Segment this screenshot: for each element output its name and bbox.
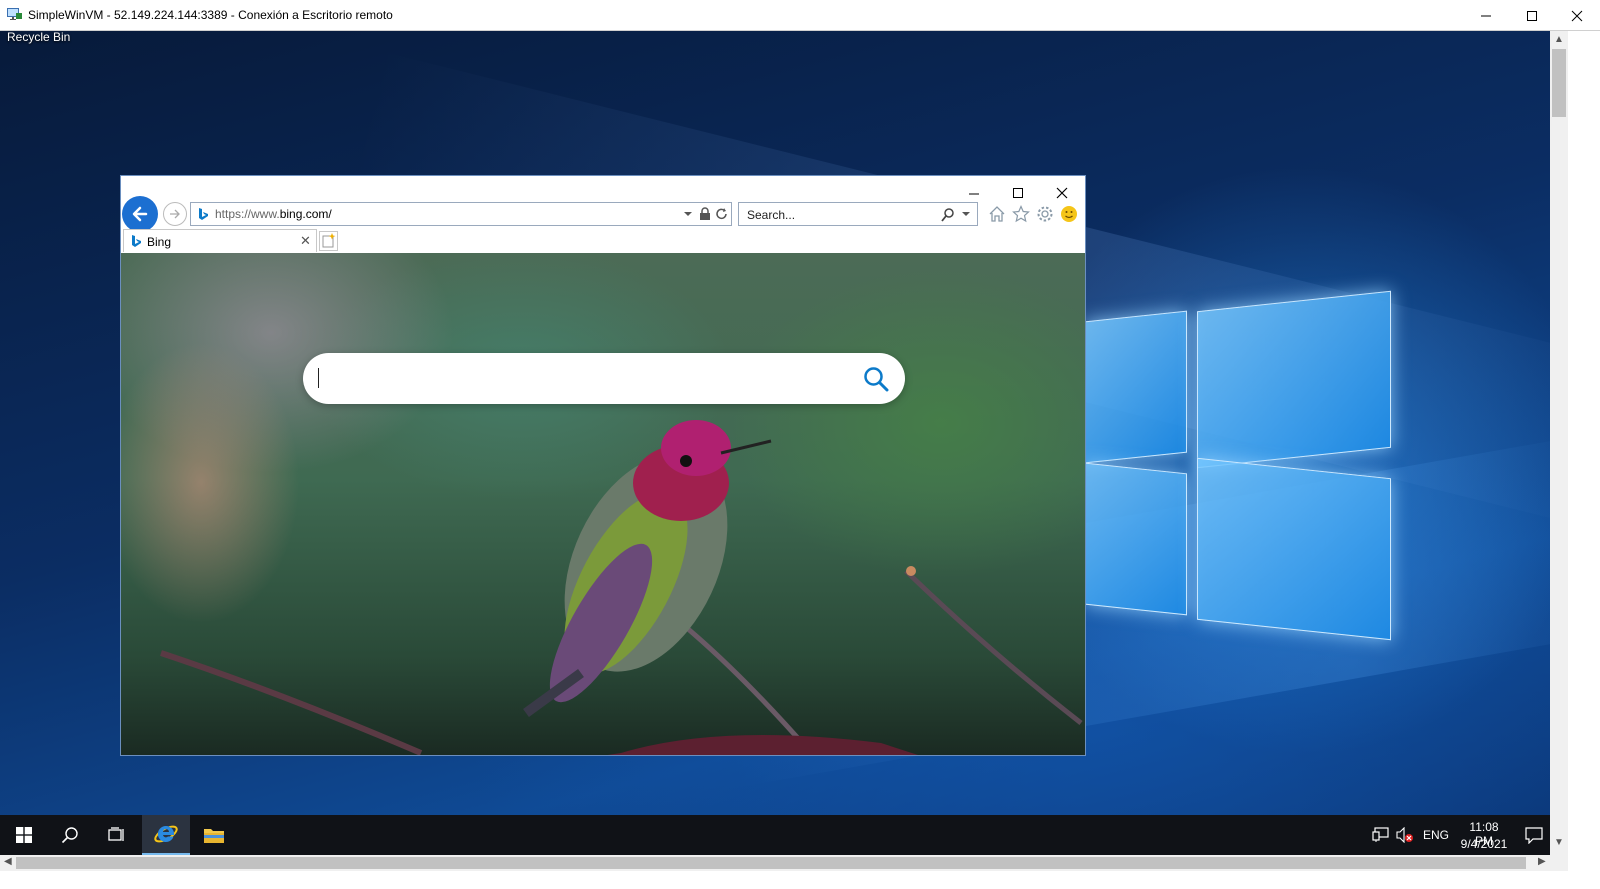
recycle-bin-label[interactable]: Recycle Bin <box>7 30 70 44</box>
home-button[interactable] <box>987 204 1007 224</box>
language-indicator[interactable]: ENG <box>1423 828 1449 842</box>
tab-bing[interactable]: Bing ✕ <box>123 229 317 252</box>
windows-icon <box>16 827 32 843</box>
hummingbird-background-image <box>160 420 1083 755</box>
vertical-scrollbar[interactable]: ▲ ▼ <box>1550 31 1568 855</box>
browser-maximize-button[interactable] <box>998 181 1038 205</box>
tab-label: Bing <box>147 235 172 249</box>
close-icon <box>1056 187 1068 199</box>
url-host: bing.com/ <box>279 207 332 221</box>
browser-toolbar: https://www.bing.com/ Search... Bing ✕ <box>121 176 1085 253</box>
volume-muted-icon[interactable] <box>1396 827 1414 843</box>
feedback-button[interactable] <box>1059 204 1079 224</box>
refresh-icon[interactable] <box>715 206 729 222</box>
close-icon <box>1571 10 1583 21</box>
home-icon <box>989 206 1005 222</box>
text-cursor <box>318 368 319 388</box>
clock-date[interactable]: 9/4/2021 <box>1460 837 1508 851</box>
back-button[interactable] <box>122 196 158 232</box>
task-view-icon <box>108 827 124 841</box>
window-margin <box>0 871 1600 889</box>
scroll-up-arrow-icon[interactable]: ▲ <box>1554 34 1564 45</box>
bing-favicon-icon <box>199 208 208 220</box>
windows-logo-wallpaper <box>1085 256 1405 656</box>
url-prefix: https://www. <box>215 207 280 221</box>
arrow-right-icon <box>170 209 180 219</box>
rdp-title-bar[interactable]: SimpleWinVM - 52.149.224.144:3389 - Cone… <box>0 0 1600 31</box>
star-icon <box>1012 205 1030 223</box>
vertical-scroll-thumb[interactable] <box>1552 49 1566 117</box>
scroll-right-arrow-icon[interactable]: ▶ <box>1538 856 1546 867</box>
remote-desktop-icon <box>7 8 22 20</box>
browser-close-button[interactable] <box>1042 181 1082 205</box>
internet-explorer-window[interactable]: https://www.bing.com/ Search... Bing ✕ <box>120 175 1086 756</box>
taskbar: ENG 11:08 PM 9/4/2021 <box>0 815 1568 855</box>
maximize-icon <box>1527 10 1537 21</box>
folder-icon <box>204 829 224 843</box>
tools-button[interactable] <box>1035 204 1055 224</box>
favorites-button[interactable] <box>1011 204 1031 224</box>
bing-homepage <box>121 253 1085 755</box>
horizontal-scrollbar[interactable]: ◀ ▶ <box>0 855 1568 871</box>
horizontal-scroll-thumb[interactable] <box>16 857 1526 869</box>
address-bar[interactable]: https://www.bing.com/ <box>190 202 732 226</box>
new-tab-icon <box>322 233 336 248</box>
close-button[interactable] <box>1554 0 1600 31</box>
gear-icon <box>1037 206 1053 222</box>
bing-search-box[interactable] <box>303 353 905 404</box>
lock-icon[interactable] <box>699 207 711 221</box>
rdp-window-title: SimpleWinVM - 52.149.224.144:3389 - Cone… <box>28 8 393 22</box>
internet-explorer-icon <box>154 825 178 843</box>
scroll-left-arrow-icon[interactable]: ◀ <box>4 856 12 867</box>
network-icon[interactable] <box>1372 827 1390 843</box>
minimize-icon <box>1481 15 1491 16</box>
chevron-down-icon[interactable] <box>961 207 971 221</box>
forward-button[interactable] <box>163 202 187 226</box>
browser-search-box[interactable]: Search... <box>738 202 978 226</box>
search-icon[interactable] <box>940 207 956 223</box>
address-url[interactable]: https://www.bing.com/ <box>215 207 332 221</box>
search-placeholder: Search... <box>747 208 796 222</box>
taskbar-file-explorer[interactable] <box>190 815 238 855</box>
search-icon[interactable] <box>863 366 889 392</box>
taskbar-internet-explorer[interactable] <box>142 815 190 855</box>
notification-icon[interactable] <box>1525 826 1543 844</box>
start-button[interactable] <box>0 815 48 855</box>
search-icon <box>61 827 78 844</box>
maximize-button[interactable] <box>1509 0 1555 31</box>
tab-close-icon[interactable]: ✕ <box>300 233 311 249</box>
window-margin <box>1568 31 1600 889</box>
new-tab-button[interactable] <box>319 231 338 251</box>
minimize-button[interactable] <box>1463 0 1509 31</box>
chevron-down-icon[interactable] <box>683 207 693 221</box>
smiley-icon <box>1061 206 1077 222</box>
arrow-left-icon <box>132 206 148 222</box>
bing-favicon-icon <box>132 235 141 247</box>
task-view-button[interactable] <box>93 815 141 855</box>
taskbar-search-button[interactable] <box>46 815 94 855</box>
scroll-down-arrow-icon[interactable]: ▼ <box>1554 837 1564 848</box>
minimize-icon <box>969 193 979 195</box>
maximize-icon <box>1013 188 1023 198</box>
